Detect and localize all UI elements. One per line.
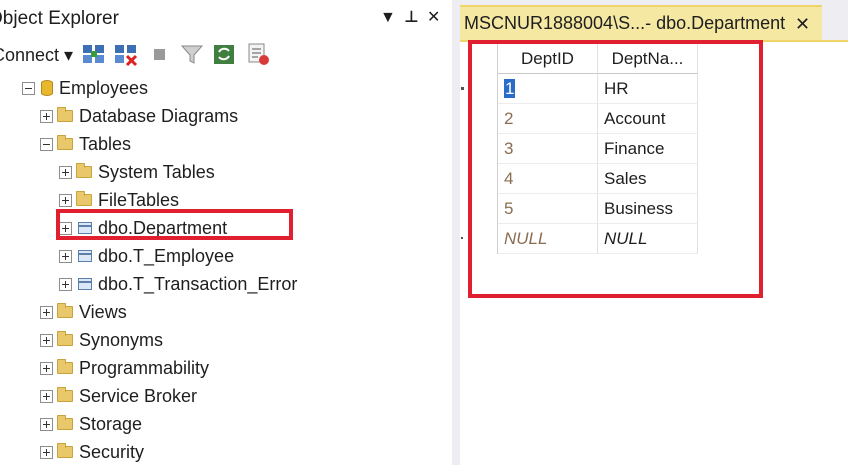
- disconnect-icon[interactable]: [112, 40, 140, 68]
- refresh-icon[interactable]: [210, 40, 238, 68]
- new-row-marker-icon: [461, 237, 463, 239]
- expand-icon[interactable]: [40, 389, 53, 403]
- tree-node-label: Programmability: [79, 357, 210, 378]
- stop-icon[interactable]: [146, 40, 174, 68]
- tree-node-synonyms[interactable]: Synonyms: [40, 326, 163, 354]
- tree-node-system-tables[interactable]: System Tables: [59, 158, 215, 186]
- folder-icon: [57, 303, 73, 318]
- connect-object-explorer-icon[interactable]: [80, 40, 108, 68]
- highlight-box-grid: [468, 40, 763, 298]
- folder-icon: [76, 163, 92, 178]
- tree-node-dbo-t-employee[interactable]: dbo.T_Employee: [59, 242, 234, 270]
- tree-node-label: Tables: [79, 133, 132, 154]
- expand-icon[interactable]: [40, 333, 53, 347]
- tab-dbo-department[interactable]: MSCNUR1888004\S...- dbo.Department ✕: [460, 5, 822, 40]
- document-window: MSCNUR1888004\S...- dbo.Department ✕ Dep…: [460, 0, 848, 465]
- folder-icon: [57, 443, 73, 458]
- panel-splitter[interactable]: [452, 0, 460, 465]
- tree-node-label: Security: [79, 441, 145, 462]
- panel-title: Object Explorer: [0, 8, 119, 29]
- pin-icon[interactable]: ⊥: [404, 9, 419, 27]
- tree-node-database-diagrams[interactable]: Database Diagrams: [40, 102, 238, 130]
- tree-node-label: FileTables: [98, 189, 180, 210]
- tree-node-security[interactable]: Security: [40, 438, 144, 465]
- folder-icon: [57, 135, 73, 150]
- close-icon[interactable]: ✕: [427, 9, 440, 27]
- tree-node-label: Views: [79, 301, 127, 322]
- connect-button[interactable]: Connect ▾: [0, 45, 73, 66]
- filter-icon[interactable]: [178, 40, 206, 68]
- activity-monitor-icon[interactable]: [244, 40, 272, 68]
- expand-icon[interactable]: [40, 305, 53, 319]
- database-icon: [41, 80, 53, 96]
- tree-node-label: Employees: [59, 77, 149, 98]
- expand-icon[interactable]: [40, 361, 53, 375]
- tree-node-label: System Tables: [98, 161, 215, 182]
- folder-icon: [57, 387, 73, 402]
- expand-icon[interactable]: [59, 249, 72, 263]
- expand-icon[interactable]: [40, 417, 53, 431]
- tree-node-storage[interactable]: Storage: [40, 410, 142, 438]
- tab-title: MSCNUR1888004\S...- dbo.Department: [464, 13, 786, 33]
- tree-node-label: dbo.T_Transaction_Error: [98, 273, 298, 294]
- tree-node-label: Service Broker: [79, 385, 198, 406]
- tree-node-dbo-t-transaction-error[interactable]: dbo.T_Transaction_Error: [59, 270, 297, 298]
- tree-node-label: Database Diagrams: [79, 105, 239, 126]
- tree-node-employees[interactable]: Employees: [22, 74, 148, 102]
- collapse-icon[interactable]: [22, 81, 35, 95]
- tree-node-programmability[interactable]: Programmability: [40, 354, 209, 382]
- tree-node-tables[interactable]: Tables: [40, 130, 131, 158]
- window-position-dropdown-icon[interactable]: ▼: [380, 9, 396, 27]
- object-explorer-title-bar: Object Explorer ▼ ⊥ ✕: [0, 0, 452, 38]
- table-icon: [78, 250, 92, 262]
- highlight-box-tree: [56, 209, 293, 240]
- folder-icon: [76, 191, 92, 206]
- close-icon[interactable]: ✕: [795, 14, 810, 35]
- tree-node-views[interactable]: Views: [40, 298, 127, 326]
- current-row-marker-icon: [461, 87, 464, 90]
- expand-icon[interactable]: [40, 109, 53, 123]
- document-tab-strip: MSCNUR1888004\S...- dbo.Department ✕: [460, 0, 848, 40]
- folder-icon: [57, 359, 73, 374]
- collapse-icon[interactable]: [40, 137, 53, 151]
- tree-node-label: Storage: [79, 413, 143, 434]
- tree-node-label: Synonyms: [79, 329, 164, 350]
- object-explorer-panel: Object Explorer ▼ ⊥ ✕ Connect ▾ Employee…: [0, 0, 452, 465]
- table-icon: [78, 278, 92, 290]
- folder-icon: [57, 331, 73, 346]
- tree-node-service-broker[interactable]: Service Broker: [40, 382, 197, 410]
- expand-icon[interactable]: [40, 445, 53, 459]
- tree-node-label: dbo.T_Employee: [98, 245, 235, 266]
- folder-icon: [57, 107, 73, 122]
- expand-icon[interactable]: [59, 193, 72, 207]
- expand-icon[interactable]: [59, 277, 72, 291]
- folder-icon: [57, 415, 73, 430]
- expand-icon[interactable]: [59, 165, 72, 179]
